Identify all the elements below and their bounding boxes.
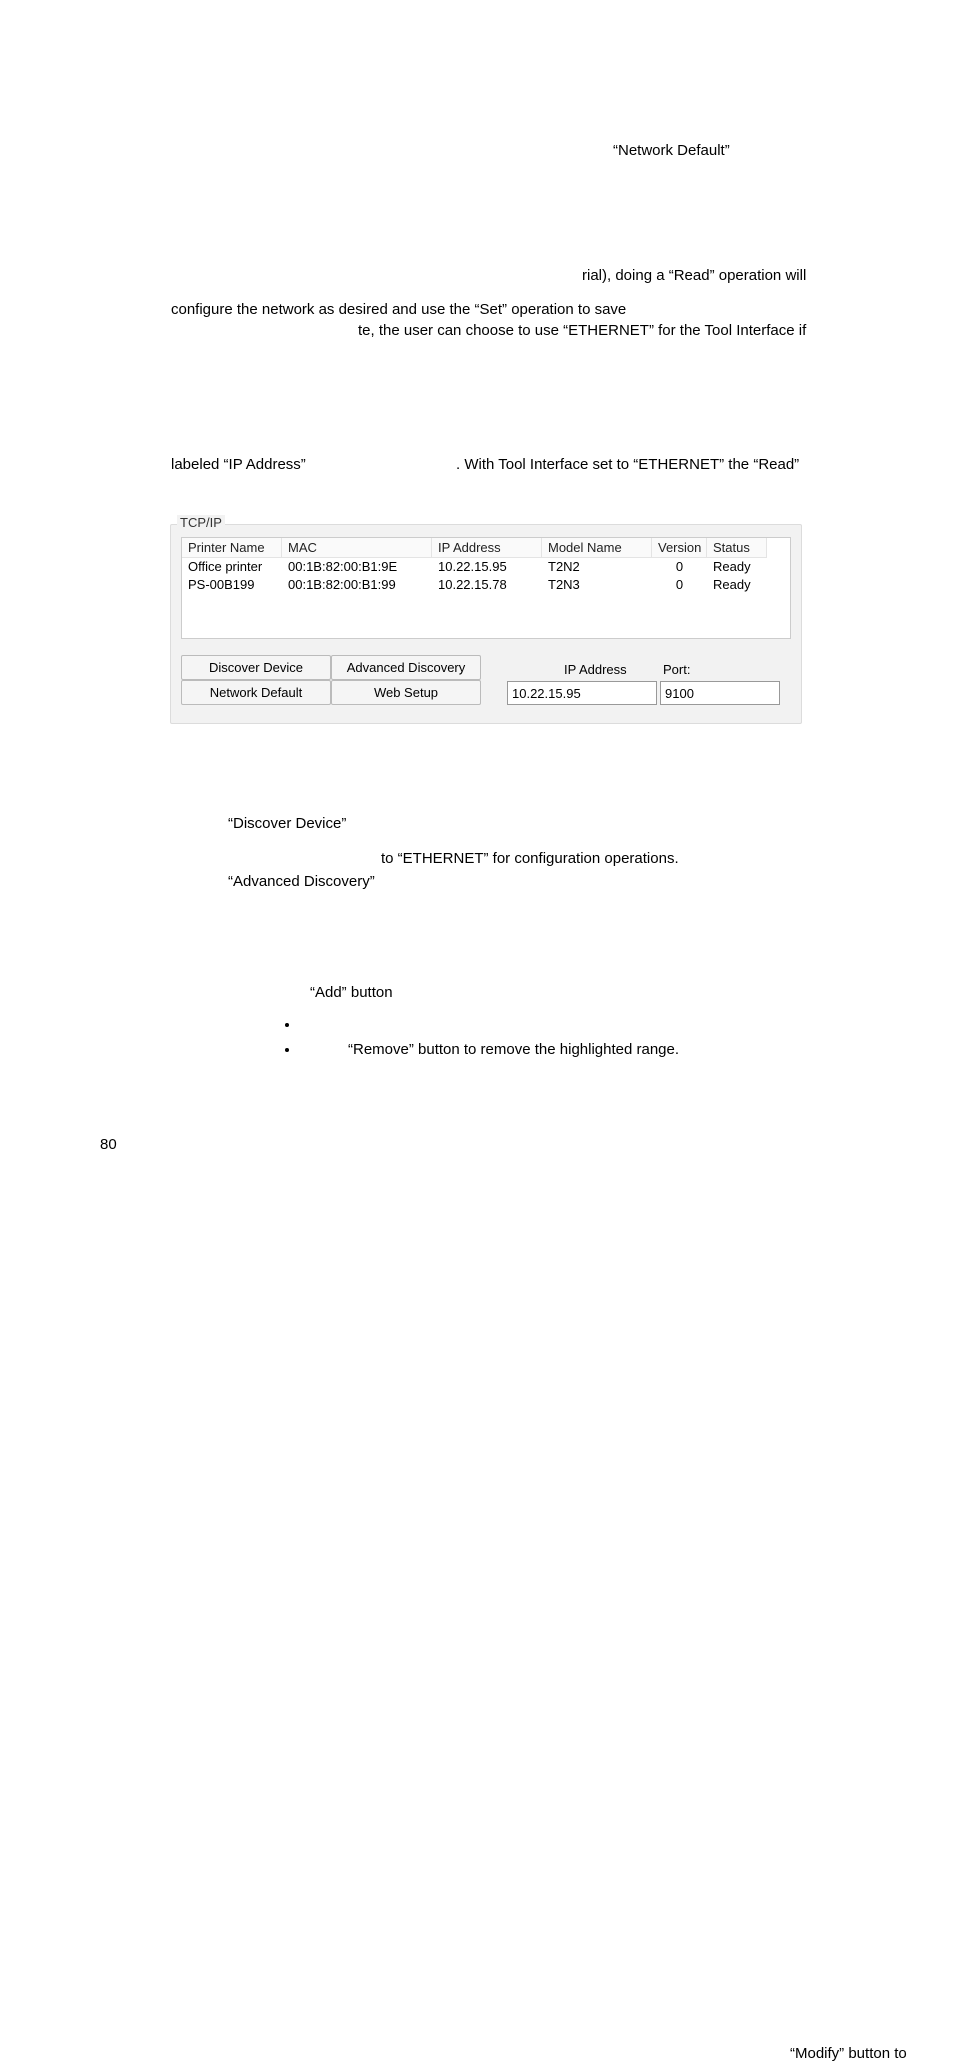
listview-header: Printer Name MAC IP Address Model Name V… [182, 538, 790, 558]
printer-listview[interactable]: Printer Name MAC IP Address Model Name V… [181, 537, 791, 639]
page-number: 80 [100, 1136, 117, 1153]
col-ip[interactable]: IP Address [432, 538, 542, 558]
panel-title: TCP/IP [177, 515, 225, 530]
web-setup-button[interactable]: Web Setup [331, 680, 481, 705]
text-frag: . With Tool Interface set to “ETHERNET” … [456, 454, 799, 476]
text-frag: “Discover Device” [228, 813, 346, 835]
text-frag: “Add” button [310, 982, 393, 1004]
col-status[interactable]: Status [707, 538, 767, 558]
col-mac[interactable]: MAC [282, 538, 432, 558]
ip-address-label: IP Address [564, 662, 627, 677]
col-version[interactable]: Version [652, 538, 707, 558]
text-frag: “Remove” button to remove the highlighte… [348, 1041, 679, 1058]
port-label: Port: [663, 662, 690, 677]
text-frag: to “ETHERNET” for configuration operatio… [381, 848, 679, 870]
text-frag: “Advanced Discovery” [228, 871, 375, 893]
text-frag: labeled “IP Address” [171, 454, 306, 476]
text-frag: “Network Default” [613, 140, 730, 162]
bullet-list: x “Modify” button to “Remove” button to … [300, 1016, 679, 1067]
advanced-discovery-button[interactable]: Advanced Discovery [331, 655, 481, 680]
page: “Network Default” rial), doing a “Read” … [0, 0, 954, 1235]
list-item: “Remove” button to remove the highlighte… [300, 1039, 679, 1061]
text-frag: rial), doing a “Read” operation will [582, 265, 806, 287]
table-row[interactable]: PS-00B199 00:1B:82:00:B1:99 10.22.15.78 … [182, 576, 790, 594]
text-frag: “Modify” button to [790, 2043, 907, 2065]
text-frag: te, the user can choose to use “ETHERNET… [358, 320, 806, 342]
network-default-button[interactable]: Network Default [181, 680, 331, 705]
ip-address-input[interactable] [507, 681, 657, 705]
list-item: x “Modify” button to [300, 1016, 679, 1033]
discover-device-button[interactable]: Discover Device [181, 655, 331, 680]
col-printer-name[interactable]: Printer Name [182, 538, 282, 558]
col-model[interactable]: Model Name [542, 538, 652, 558]
port-input[interactable] [660, 681, 780, 705]
tcpip-panel: TCP/IP Printer Name MAC IP Address Model… [170, 524, 802, 724]
table-row[interactable]: Office printer 00:1B:82:00:B1:9E 10.22.1… [182, 558, 790, 576]
text-frag: configure the network as desired and use… [171, 299, 626, 321]
